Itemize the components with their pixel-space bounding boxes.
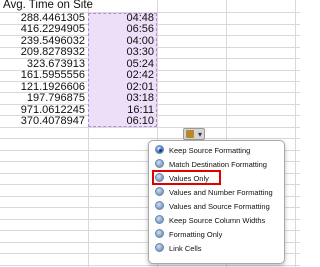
menu-item-keep-source-column-widths[interactable]: Keep Source Column Widths — [152, 214, 280, 227]
menu-item-label: Link Cells — [169, 244, 202, 253]
paste-options-menu: Keep Source Formatting Match Destination… — [148, 140, 285, 264]
value-cell[interactable]: 370.4078947 — [0, 113, 85, 129]
radio-icon — [155, 145, 164, 154]
menu-item-keep-source-formatting[interactable]: Keep Source Formatting — [152, 144, 280, 157]
radio-icon — [155, 201, 164, 210]
radio-icon — [155, 229, 164, 238]
time-cell[interactable]: 06:10 — [88, 113, 154, 129]
menu-item-values-and-source-formatting[interactable]: Values and Source Formatting — [152, 200, 280, 213]
gridline — [0, 265, 300, 266]
menu-item-label: Keep Source Column Widths — [169, 216, 266, 225]
menu-item-label: Values and Source Formatting — [169, 202, 270, 211]
menu-item-values-and-number-formatting[interactable]: Values and Number Formatting — [152, 186, 280, 199]
values-only-highlight-box — [152, 170, 221, 185]
menu-item-label: Keep Source Formatting — [169, 146, 251, 155]
radio-icon — [155, 215, 164, 224]
radio-icon — [155, 159, 164, 168]
menu-item-label: Formatting Only — [169, 230, 223, 239]
paste-options-button[interactable]: ▾ — [183, 128, 205, 140]
clipboard-icon — [186, 130, 194, 138]
radio-icon — [155, 187, 164, 196]
gridline — [295, 0, 296, 267]
menu-item-link-cells[interactable]: Link Cells — [152, 242, 280, 255]
menu-item-formatting-only[interactable]: Formatting Only — [152, 228, 280, 241]
radio-icon — [155, 243, 164, 252]
chevron-down-icon: ▾ — [197, 130, 202, 139]
menu-item-label: Values and Number Formatting — [169, 188, 273, 197]
gridline — [0, 138, 300, 139]
